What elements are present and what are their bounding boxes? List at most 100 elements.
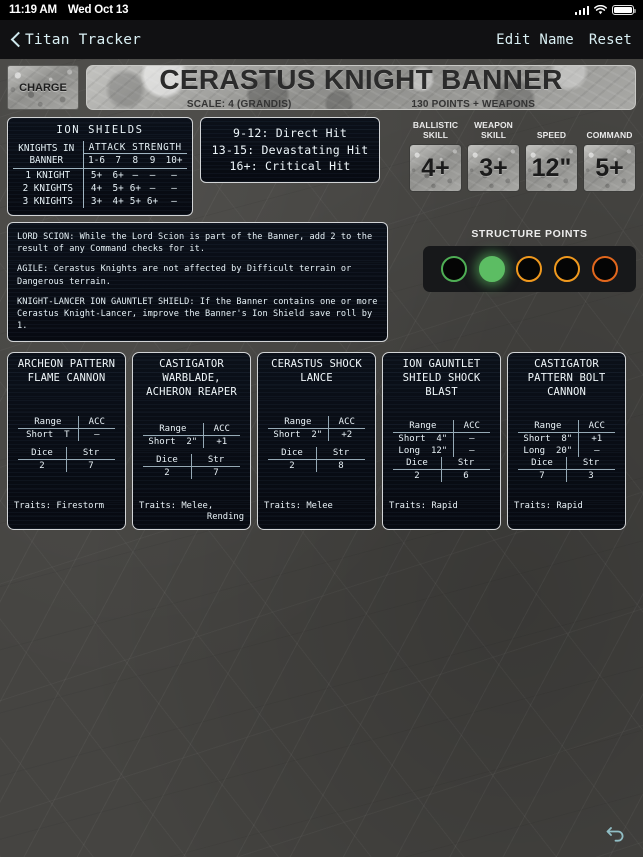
ion-cell: 5+ (90, 170, 103, 181)
str-header: Str (566, 457, 615, 471)
undo-arrow-icon[interactable] (605, 823, 627, 847)
stat-value-weapon-skill[interactable]: 3+ (467, 144, 520, 192)
structure-points-title: STRUCTURE POINTS (471, 228, 588, 240)
ion-shields-title: ION SHIELDS (56, 124, 144, 136)
weapon-traits: Traits: Rapid (389, 501, 458, 512)
str-cell: 6 (463, 471, 469, 482)
stat-label: BALLISTIC SKILL (412, 120, 459, 141)
status-bar: 11:19 AM Wed Oct 13 (0, 0, 643, 20)
structure-points-track (423, 246, 636, 292)
dice-cell: 2 (18, 459, 67, 473)
points-label: 130 POINTS + WEAPONS (411, 99, 536, 110)
ion-row-label: 3 KNIGHTS (13, 195, 84, 208)
ion-col-2: 8 (126, 153, 144, 169)
ion-cell: 5+ (129, 196, 141, 207)
ion-col-4: 10+ (161, 153, 187, 169)
range-header: Range (518, 420, 579, 434)
str-cell: 8 (338, 461, 344, 472)
stat-value-ballistic-skill[interactable]: 4+ (409, 144, 462, 192)
table-row: 2 KNIGHTS 4+ 5+ 6+ – – (13, 182, 187, 195)
bottom-bar (0, 813, 643, 857)
title-row: CHARGE CERASTUS KNIGHT BANNER SCALE: 4 (… (0, 59, 643, 114)
weapon-card-castigator-pattern-bolt-cannon[interactable]: CASTIGATOR PATTERN BOLT CANNON Range ACC S… (507, 352, 626, 531)
acc-cell: +1 (216, 436, 228, 447)
weapon-card-ion-gauntlet-shield-shock-blast[interactable]: ION GAUNTLET SHIELD SHOCK BLAST Range ACC … (382, 352, 501, 531)
ion-cell: 6+ (129, 183, 141, 194)
edit-name-button[interactable]: Edit Name (496, 32, 574, 48)
structure-point-dot-2[interactable] (478, 256, 505, 282)
weapon-range-table: Range ACC Short 8" +1 Long 20" – (518, 420, 615, 458)
table-row: Short 2" +2 (268, 428, 365, 442)
dice-header: Dice (268, 447, 317, 461)
charge-button[interactable]: CHARGE (7, 65, 79, 110)
page-title: CERASTUS KNIGHT BANNER (159, 65, 563, 95)
weapon-card-archeon-pattern-flame-cannon[interactable]: ARCHEON PATTERN FLAME CANNON Range ACC Sh… (7, 352, 126, 531)
attack-strength-header: ATTACK STRENGTH (83, 141, 187, 154)
app-root: 11:19 AM Wed Oct 13 Titan Tracker Edit N… (0, 0, 643, 857)
ion-col-1: 7 (109, 153, 127, 169)
back-button[interactable]: Titan Tracker (11, 32, 141, 48)
cellular-bars-icon (574, 5, 589, 15)
str-header: Str (66, 447, 115, 461)
structure-point-dot-5[interactable] (592, 256, 619, 282)
stat-label: WEAPON SKILL (474, 120, 513, 141)
stat-label: SPEED (536, 130, 567, 141)
hit-result-panel: 9-12: Direct Hit 13-15: Devastating Hit … (200, 117, 380, 184)
table-row: 2 7 (143, 466, 240, 479)
weapon-traits: Traits: Melee, Rending (139, 500, 244, 522)
stat-value-command[interactable]: 5+ (583, 144, 636, 192)
weapon-dice-table: Dice Str 2 8 (268, 447, 365, 473)
dice-header: Dice (18, 447, 67, 461)
table-row: 3 KNIGHTS 3+ 4+ 5+ 6+ – (13, 195, 187, 208)
structure-points-section: STRUCTURE POINTS (423, 222, 636, 292)
stat-label: COMMAND (586, 130, 633, 141)
dice-cell: 2 (268, 459, 317, 473)
hit-line: 16+: Critical Hit (229, 159, 351, 174)
str-header: Str (441, 457, 490, 471)
stat-ballistic-skill: BALLISTIC SKILL 4+ (409, 119, 462, 192)
weapon-dice-table: Dice Str 7 3 (518, 457, 615, 483)
table-row: 2 7 (18, 459, 115, 473)
special-rules-panel: LORD SCION: While the Lord Scion is part… (7, 222, 388, 343)
acc-header: ACC (78, 416, 115, 430)
ion-cell: – (149, 183, 156, 194)
structure-point-dot-4[interactable] (554, 256, 581, 282)
dice-cell: 2 (393, 469, 442, 483)
weapon-stats: Range ACC Short 2" +2 Dice Str 2 8 (262, 416, 371, 473)
acc-cell: – (594, 446, 600, 457)
ion-cell: 3+ (90, 196, 103, 207)
structure-point-dot-1[interactable] (440, 256, 467, 282)
weapon-card-castigator-warblade-acheron-reaper[interactable]: CASTIGATOR WARBLADE, ACHERON REAPER Range … (132, 352, 251, 531)
reset-button[interactable]: Reset (589, 32, 632, 48)
navigation-bar: Titan Tracker Edit Name Reset (0, 20, 643, 59)
weapon-name: ION GAUNTLET SHIELD SHOCK BLAST (402, 358, 481, 398)
weapon-card-cerastus-shock-lance[interactable]: CERASTUS SHOCK LANCE Range ACC Short 2" +… (257, 352, 376, 531)
hit-line: 9-12: Direct Hit (233, 126, 347, 140)
chevron-left-icon (11, 32, 20, 48)
dice-cell: 2 (143, 466, 192, 479)
weapon-name: ARCHEON PATTERN FLAME CANNON (17, 358, 116, 384)
table-row: Short 8" +1 (518, 432, 615, 446)
ion-col-0: 1-6 (83, 153, 110, 169)
range-header: Range (268, 416, 329, 430)
ion-row-header: KNIGHTS IN BANNER (13, 141, 84, 169)
acc-cell: – (469, 434, 475, 445)
stat-speed: SPEED 12" (525, 119, 578, 192)
range-cell: Short 2" (143, 435, 204, 448)
table-row: Short 4" – (393, 432, 490, 446)
ion-cell: 6+ (146, 196, 159, 207)
ion-shields-table: KNIGHTS IN BANNER ATTACK STRENGTH 1-6 7 8… (13, 141, 187, 208)
structure-point-dot-3[interactable] (516, 256, 543, 282)
weapon-traits: Traits: Melee (264, 501, 333, 512)
stat-value-speed[interactable]: 12" (525, 144, 578, 192)
ion-cell: – (171, 196, 177, 207)
str-cell: 7 (213, 467, 219, 478)
back-button-label: Titan Tracker (25, 31, 142, 48)
scale-label: SCALE: 4 (GRANDIS) (186, 99, 292, 110)
dice-header: Dice (393, 457, 442, 471)
weapon-range-table: Range ACC Short 2" +2 (268, 416, 365, 447)
table-row: 2 8 (268, 459, 365, 473)
acc-header: ACC (203, 422, 240, 436)
table-row: Short 2" +1 (143, 435, 240, 448)
str-header: Str (191, 453, 240, 467)
